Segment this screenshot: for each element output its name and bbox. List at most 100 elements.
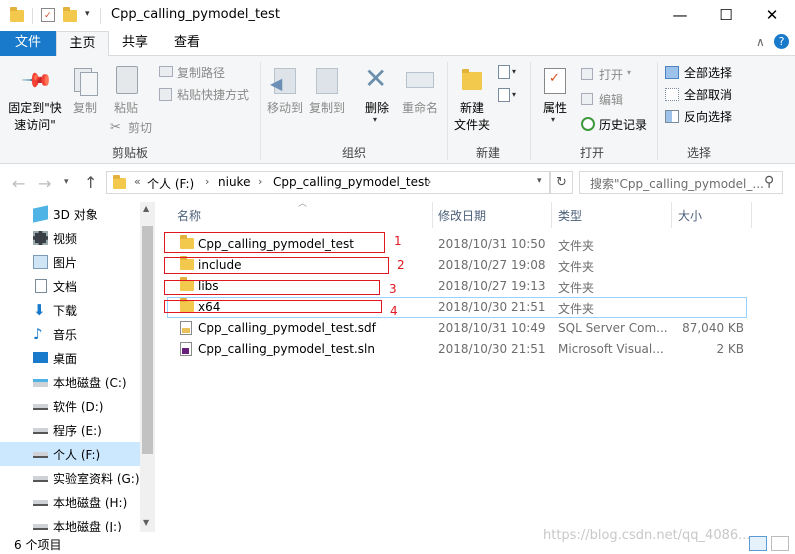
open-icon <box>581 68 593 80</box>
refresh-icon[interactable]: ↻ <box>550 171 573 194</box>
collapse-ribbon-icon[interactable]: ∧ <box>756 35 765 49</box>
move-to-button[interactable]: ◀ 移动到 <box>264 60 306 122</box>
search-icon[interactable]: ⚲ <box>764 174 774 190</box>
search-input[interactable]: 搜索"Cpp_calling_pymodel_... ⚲ <box>579 171 783 194</box>
copy-path-icon <box>159 66 173 77</box>
scroll-down-icon[interactable]: ▼ <box>143 518 149 527</box>
details-view-icon[interactable] <box>749 536 767 551</box>
overflow-chevron-icon[interactable]: « <box>134 175 141 188</box>
select-none-icon <box>665 88 679 101</box>
new-folder-quick-icon[interactable] <box>63 7 77 22</box>
tab-share[interactable]: 共享 <box>109 31 161 56</box>
pin-quick-access-button[interactable]: 📌 固定到"快 速访问" <box>4 60 66 136</box>
annotation-number: 1 <box>394 234 402 248</box>
properties-quick-icon[interactable]: ✓ <box>41 8 55 22</box>
column-header-name[interactable]: 名称 <box>177 207 201 224</box>
column-header-size[interactable]: 大小 <box>678 207 702 224</box>
minimize-button[interactable]: — <box>657 0 703 31</box>
pin-label: 固定到"快 速访问" <box>8 101 62 132</box>
copy-button[interactable]: 复制 <box>68 60 102 120</box>
nav-item-drive-e[interactable]: 程序 (E:) <box>0 418 140 442</box>
group-divider <box>657 62 658 160</box>
customize-quick-access-icon[interactable]: ▾ <box>85 9 90 19</box>
ribbon-home: 📌 固定到"快 速访问" 复制 粘贴 复制路径 粘贴快捷方式 ✂ 剪切 剪贴板 <box>0 56 795 164</box>
nav-item-drive-j[interactable]: 本地磁盘 (J:) <box>0 514 140 532</box>
column-divider[interactable] <box>551 202 552 228</box>
chevron-down-icon: ▾ <box>551 115 556 124</box>
group-label-new: 新建 <box>475 146 500 160</box>
column-divider[interactable] <box>432 202 433 228</box>
desktop-icon <box>33 352 48 363</box>
group-divider <box>260 62 261 160</box>
address-bar[interactable]: « 个人 (F:) › niuke › Cpp_calling_pymodel_… <box>106 171 550 194</box>
nav-item-drive-h[interactable]: 本地磁盘 (H:) <box>0 490 140 514</box>
divider <box>32 8 33 24</box>
nav-item-drive-c[interactable]: 本地磁盘 (C:) <box>0 370 140 394</box>
tab-file[interactable]: 文件 <box>0 31 56 56</box>
maximize-icon: ☐ <box>719 6 733 24</box>
column-header-type[interactable]: 类型 <box>558 207 582 224</box>
group-label-select: 选择 <box>686 146 711 160</box>
breadcrumb-current[interactable]: Cpp_calling_pymodel_test <box>273 175 429 189</box>
nav-scrollbar-thumb[interactable] <box>142 226 153 454</box>
breadcrumb-niuke[interactable]: niuke <box>218 175 250 189</box>
minimize-icon: — <box>672 6 688 24</box>
nav-item-music[interactable]: ♪ 音乐 <box>0 322 140 346</box>
item-count: 6 个项目 <box>14 538 62 552</box>
nav-item-desktop[interactable]: 桌面 <box>0 346 140 370</box>
chevron-right-icon[interactable]: › <box>427 175 431 188</box>
scroll-up-icon[interactable]: ▲ <box>143 204 149 213</box>
nav-item-documents[interactable]: 文档 <box>0 274 140 298</box>
edit-icon <box>581 93 593 105</box>
easy-access-button[interactable]: ▾ <box>498 88 520 106</box>
new-item-button[interactable]: ▾ <box>498 65 520 83</box>
copy-label: 复制 <box>72 101 97 115</box>
nav-item-drive-g[interactable]: 实验室资料 (G:) <box>0 466 140 490</box>
address-dropdown-icon[interactable]: ▾ <box>537 176 542 186</box>
up-arrow-icon[interactable]: ↑ <box>84 173 97 192</box>
column-divider[interactable] <box>751 202 752 228</box>
paste-button[interactable]: 粘贴 <box>106 60 146 120</box>
rename-button[interactable]: 重命名 <box>398 60 442 122</box>
file-row[interactable]: Cpp_calling_pymodel_test.sln 2018/10/30 … <box>167 339 747 360</box>
chevron-right-icon[interactable]: › <box>205 175 209 188</box>
paste-label: 粘贴 <box>113 101 138 115</box>
nav-item-video[interactable]: 视频 <box>0 226 140 250</box>
nav-item-drive-f[interactable]: 个人 (F:) <box>0 442 140 466</box>
tab-home[interactable]: 主页 <box>56 31 109 57</box>
help-icon[interactable]: ? <box>774 34 789 49</box>
nav-item-drive-d[interactable]: 软件 (D:) <box>0 394 140 418</box>
chevron-right-icon[interactable]: › <box>258 175 262 188</box>
close-button[interactable]: ✕ <box>749 0 795 31</box>
nav-item-3d-objects[interactable]: 3D 对象 <box>0 202 140 226</box>
new-folder-button[interactable]: 新建 文件夹 <box>450 60 494 138</box>
divider <box>100 8 101 24</box>
recent-locations-chevron-icon[interactable]: ▾ <box>64 177 69 187</box>
drive-icon <box>33 428 48 434</box>
breadcrumb-drive[interactable]: 个人 (F:) <box>147 175 194 192</box>
paste-shortcut-icon <box>159 88 172 101</box>
tab-view[interactable]: 查看 <box>161 31 213 56</box>
properties-icon: ✓ <box>544 68 566 94</box>
group-divider <box>447 62 448 160</box>
video-icon <box>33 231 48 245</box>
nav-item-pictures[interactable]: 图片 <box>0 250 140 274</box>
column-header-date[interactable]: 修改日期 <box>438 207 486 224</box>
drive-icon <box>33 476 48 482</box>
properties-button[interactable]: ✓ 属性 ▾ <box>536 60 574 130</box>
nav-item-downloads[interactable]: ⬇ 下载 <box>0 298 140 322</box>
ribbon-tabs: 文件 主页 共享 查看 ∧ ? <box>0 31 795 57</box>
file-row[interactable]: Cpp_calling_pymodel_test.sdf 2018/10/31 … <box>167 318 747 339</box>
maximize-button[interactable]: ☐ <box>703 0 749 31</box>
column-divider[interactable] <box>671 202 672 228</box>
copy-to-button[interactable]: 复制到 <box>306 60 348 122</box>
chevron-down-icon: ▾ <box>373 115 378 124</box>
annotation-box <box>164 232 385 253</box>
back-arrow-icon[interactable]: ← <box>12 174 25 193</box>
forward-arrow-icon[interactable]: → <box>38 174 51 193</box>
delete-button[interactable]: ✕ 删除 ▾ <box>356 60 398 130</box>
paste-icon <box>116 66 138 94</box>
sort-ascending-icon: ︿ <box>298 199 308 209</box>
annotation-box <box>164 280 380 295</box>
large-icons-view-icon[interactable] <box>771 536 789 551</box>
